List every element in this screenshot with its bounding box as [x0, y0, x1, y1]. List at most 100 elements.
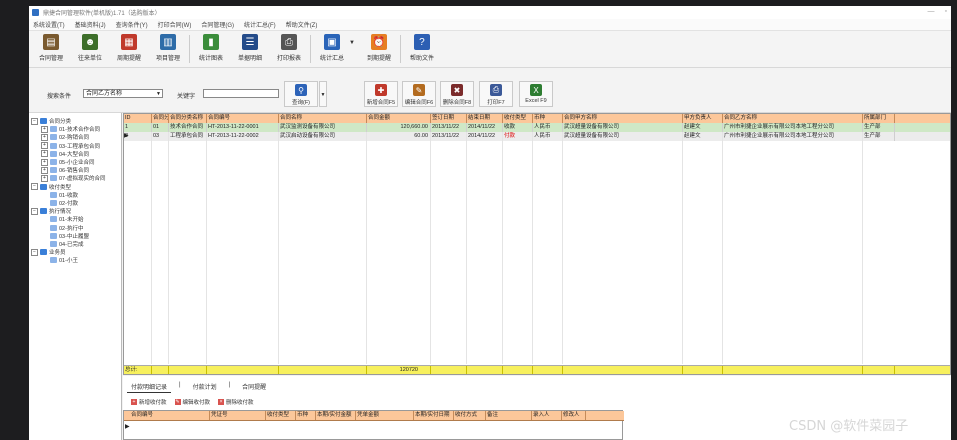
expand-icon[interactable]: +: [41, 166, 48, 174]
menu-item[interactable]: 系统设置(T): [33, 20, 65, 29]
tree-group[interactable]: − 收付类型: [31, 183, 71, 191]
payment-column-header[interactable]: 修改人: [562, 411, 586, 420]
table-row[interactable]: 2 03 工程承包合同 HT-2013-11-22-0002 武汉启动设备有限公司 60.…: [124, 132, 950, 141]
menu-item[interactable]: 统计汇总(F): [244, 20, 276, 29]
search-button[interactable]: ⚲ 查询(F): [284, 81, 318, 107]
tree-label: 业务员: [49, 250, 66, 257]
toolbar-button[interactable]: ▮ 统计图表: [193, 31, 229, 62]
collapse-icon[interactable]: −: [31, 207, 38, 215]
toolbar-button[interactable]: ▦ 周期提醒: [111, 31, 147, 62]
payment-column-header[interactable]: 凭单金额: [356, 411, 414, 420]
payment-column-header[interactable]: 本期/实付金额: [316, 411, 356, 420]
tree-item[interactable]: +04-大型合同: [41, 150, 89, 158]
tree-item[interactable]: +02-购销合同: [41, 133, 89, 141]
grid-column-header[interactable]: ID: [124, 114, 152, 123]
toolbar-button[interactable]: ☰ 单据明细: [232, 31, 268, 62]
tree-group[interactable]: − 合同分类: [31, 117, 71, 125]
search-button[interactable]: ✚ 新增合同F5: [364, 81, 398, 107]
menu-item[interactable]: 合同管理(G): [201, 20, 234, 29]
tree-item[interactable]: +02-付款: [41, 199, 78, 207]
grid-column-header[interactable]: 所属部门: [863, 114, 895, 123]
payment-action-button[interactable]: + 新增收付款: [131, 398, 167, 406]
search-button[interactable]: ⎙ 打印F7: [479, 81, 513, 107]
search-button[interactable]: ✎ 编辑合同F6: [402, 81, 436, 107]
toolbar-button[interactable]: ⎙ 打印报表: [271, 31, 307, 62]
search-button[interactable]: ✖ 删除合同F8: [440, 81, 474, 107]
tree-item[interactable]: +03-工程承包合同: [41, 142, 100, 150]
keyword-input[interactable]: [203, 89, 279, 98]
collapse-icon[interactable]: −: [31, 248, 38, 256]
grid-column-header[interactable]: 合同编号: [207, 114, 279, 123]
expand-icon[interactable]: +: [41, 174, 48, 182]
grid-column-header[interactable]: 甲方负责人: [683, 114, 723, 123]
toolbar-button[interactable]: ▤ 合同管理: [33, 31, 69, 62]
menu-item[interactable]: 基础资料(J): [75, 20, 106, 29]
tree-label: 01-收款: [59, 192, 78, 199]
payment-column-header[interactable]: 备注: [486, 411, 532, 420]
grid-column-header[interactable]: 签订日期: [431, 114, 467, 123]
expand-icon[interactable]: +: [41, 125, 48, 133]
tree-item[interactable]: +01-收款: [41, 191, 78, 199]
payment-column-header[interactable]: 收付类型: [266, 411, 296, 420]
payment-column-header[interactable]: 本期/实付日期: [414, 411, 454, 420]
menu-item[interactable]: 打印合同(W): [158, 20, 192, 29]
tree-label: 02-执行中: [59, 225, 84, 232]
payment-column-header[interactable]: 收付方式: [454, 411, 486, 420]
tab[interactable]: 付款计划: [189, 381, 221, 393]
tree-item[interactable]: +04-已完成: [41, 240, 83, 248]
tree-label: 03-工程承包合同: [59, 143, 100, 150]
search-field-select[interactable]: 合同乙方名称 ▼: [83, 89, 163, 98]
payment-column-header[interactable]: 币种: [296, 411, 316, 420]
tree-group[interactable]: − 业务员: [31, 248, 66, 256]
grid-column-header[interactable]: 合同乙方名称: [723, 114, 863, 123]
expand-icon[interactable]: +: [41, 158, 48, 166]
tree-label: 01-未开始: [59, 217, 84, 224]
expand-icon[interactable]: +: [41, 150, 48, 158]
tree-item[interactable]: +07-虚拟现实的合同: [41, 174, 105, 182]
payment-tabs: 付款明细记录 | 付款计划 | 合同提醒: [127, 381, 270, 393]
grid-column-header[interactable]: 合同分类: [152, 114, 169, 123]
toolbar-button[interactable]: ▣ 统计汇总: [314, 31, 350, 62]
tree-item[interactable]: +02-执行中: [41, 224, 83, 232]
grid-column-header[interactable]: 币种: [533, 114, 563, 123]
toolbar-dropdown-icon[interactable]: ▼: [349, 40, 355, 46]
search-button[interactable]: X Excel F9: [519, 81, 553, 107]
payment-action-button[interactable]: ✎ 编辑收付款: [174, 398, 210, 406]
tree-item[interactable]: +03-中止履盟: [41, 232, 89, 240]
restore-icon[interactable]: ▫: [945, 8, 947, 15]
toolbar-button[interactable]: ▥ 项目管理: [150, 31, 186, 62]
tab[interactable]: 付款明细记录: [127, 381, 172, 393]
expand-icon[interactable]: +: [41, 133, 48, 141]
grid-column-header[interactable]: 合同分类名称: [169, 114, 207, 123]
tree-group[interactable]: − 执行情况: [31, 207, 71, 215]
expand-icon[interactable]: +: [41, 142, 48, 150]
tree-item[interactable]: +05-小企业合同: [41, 158, 94, 166]
tree-label: 收付类型: [49, 184, 72, 191]
tree-item[interactable]: +06-销售合同: [41, 166, 89, 174]
payment-action-button[interactable]: × 删除收付款: [218, 398, 254, 406]
grid-column-header[interactable]: 收付类型: [503, 114, 533, 123]
menu-item[interactable]: 查询条件(Y): [116, 20, 148, 29]
payment-column-header[interactable]: 凭证号: [210, 411, 266, 420]
query-options-arrow[interactable]: ▼: [319, 81, 327, 107]
tree-item[interactable]: +01-未开始: [41, 215, 83, 223]
table-row[interactable]: 1 01 技术合作合同 HT-2013-11-22-0001 武汉监测设备有限公司 120…: [124, 123, 950, 132]
tab[interactable]: 合同提醒: [238, 381, 270, 393]
collapse-icon[interactable]: −: [31, 183, 38, 191]
grid-column-header[interactable]: 合同金额: [367, 114, 431, 123]
toolbar-button[interactable]: ⏰ 到期提醒: [361, 31, 397, 62]
toolbar-button[interactable]: ? 帮助文件: [404, 31, 440, 62]
tree-item[interactable]: +01-小王: [41, 256, 78, 264]
payment-column-header[interactable]: 合同编号: [130, 411, 210, 420]
toolbar-label: 统计图表: [198, 56, 223, 62]
table-cell: 工程承包合同: [169, 132, 207, 141]
toolbar-button[interactable]: ☻ 往来单位: [72, 31, 108, 62]
menu-item[interactable]: 帮助文件(Z): [286, 20, 318, 29]
grid-column-header[interactable]: 合同名称: [279, 114, 367, 123]
collapse-icon[interactable]: −: [31, 117, 38, 125]
minimize-icon[interactable]: —: [928, 8, 935, 15]
grid-column-header[interactable]: 结束日期: [467, 114, 503, 123]
grid-column-header[interactable]: 合同甲方名称: [563, 114, 683, 123]
payment-column-header[interactable]: 录入人: [532, 411, 562, 420]
tree-item[interactable]: +01-技术合作合同: [41, 125, 100, 133]
